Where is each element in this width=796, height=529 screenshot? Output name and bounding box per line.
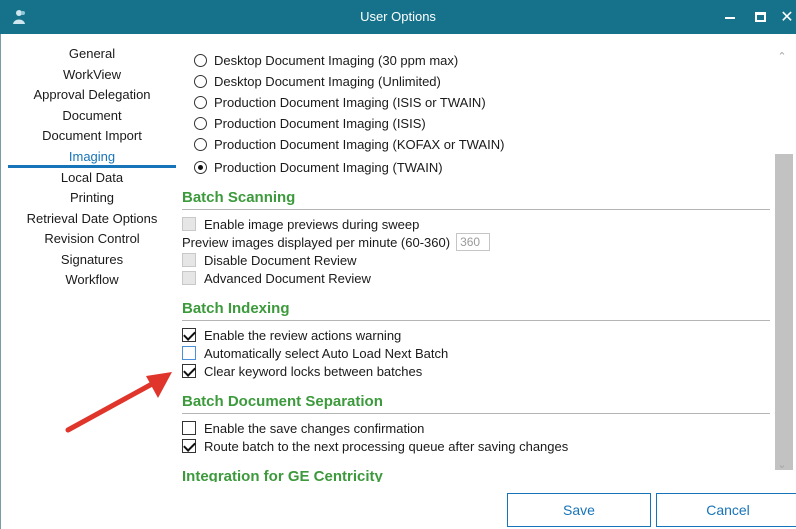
sidebar-item-approval-delegation[interactable]: Approval Delegation: [8, 85, 176, 106]
radio-label: Production Document Imaging (TWAIN): [214, 159, 443, 175]
window-title: User Options: [360, 9, 436, 24]
section-divider: [182, 209, 770, 210]
checkbox-label: Enable the save changes confirmation: [204, 420, 425, 436]
checkbox[interactable]: [182, 421, 196, 435]
maximize-icon: [754, 12, 766, 22]
close-icon: ✕: [780, 9, 794, 26]
title-bar: User Options ✕: [0, 0, 796, 34]
content-scrollbar[interactable]: ⌃ ⌄: [771, 44, 793, 482]
section-heading-integration-ge-centricity: Integration for GE Centricity: [182, 468, 383, 482]
checkbox[interactable]: [182, 364, 196, 378]
radio-production-twain[interactable]: Production Document Imaging (TWAIN): [182, 157, 443, 177]
checkbox[interactable]: [182, 346, 196, 360]
window-border: [0, 34, 1, 529]
checkbox-label: Disable Document Review: [204, 252, 357, 268]
sidebar-item-general[interactable]: General: [8, 44, 176, 65]
radio-label: Desktop Document Imaging (Unlimited): [214, 73, 441, 89]
sidebar-item-document-import[interactable]: Document Import: [8, 126, 176, 147]
checkbox[interactable]: [182, 253, 196, 267]
sidebar-item-printing[interactable]: Printing: [8, 188, 176, 209]
radio-button[interactable]: [194, 116, 207, 130]
checkbox-label: Clear keyword locks between batches: [204, 363, 423, 379]
radio-desktop-unlimited[interactable]: Desktop Document Imaging (Unlimited): [182, 71, 441, 91]
sidebar-item-revision-control[interactable]: Revision Control: [8, 229, 176, 250]
checkbox-label: Advanced Document Review: [204, 270, 371, 286]
sidebar-item-signatures[interactable]: Signatures: [8, 250, 176, 271]
radio-label: Production Document Imaging (ISIS): [214, 115, 426, 131]
imaging-options-panel: Desktop Document Imaging (30 ppm max) De…: [182, 44, 770, 482]
radio-button[interactable]: [194, 160, 207, 174]
checkbox-save-changes-confirmation[interactable]: Enable the save changes confirmation: [182, 419, 424, 437]
checkbox-route-batch-next-queue[interactable]: Route batch to the next processing queue…: [182, 437, 568, 455]
section-heading-batch-indexing: Batch Indexing: [182, 300, 290, 317]
checkbox-clear-keyword-locks[interactable]: Clear keyword locks between batches: [182, 362, 422, 380]
section-heading-batch-document-separation: Batch Document Separation: [182, 393, 383, 410]
preview-rate-row: Preview images displayed per minute (60-…: [182, 233, 491, 251]
checkbox-advanced-document-review[interactable]: Advanced Document Review: [182, 269, 371, 287]
preview-rate-label: Preview images displayed per minute (60-…: [182, 234, 451, 250]
options-sidebar: General WorkView Approval Delegation Doc…: [8, 44, 176, 291]
section-divider: [182, 320, 770, 321]
preview-rate-input[interactable]: 360: [456, 233, 491, 251]
radio-label: Production Document Imaging (KOFAX or TW…: [214, 136, 505, 152]
radio-production-isis[interactable]: Production Document Imaging (ISIS): [182, 113, 426, 133]
radio-label: Desktop Document Imaging (30 ppm max): [214, 52, 459, 68]
checkbox-label: Enable image previews during sweep: [204, 216, 420, 232]
checkbox[interactable]: [182, 439, 196, 453]
cancel-button[interactable]: Cancel: [656, 493, 796, 527]
checkbox-disable-document-review[interactable]: Disable Document Review: [182, 251, 356, 269]
radio-button[interactable]: [194, 53, 207, 67]
radio-button[interactable]: [194, 74, 207, 88]
radio-desktop-30ppm[interactable]: Desktop Document Imaging (30 ppm max): [182, 50, 458, 70]
sidebar-item-workview[interactable]: WorkView: [8, 65, 176, 86]
radio-label: Production Document Imaging (ISIS or TWA…: [214, 94, 486, 110]
sidebar-item-document[interactable]: Document: [8, 106, 176, 127]
checkbox-auto-load-next-batch[interactable]: Automatically select Auto Load Next Batc…: [182, 344, 448, 362]
sidebar-item-workflow[interactable]: Workflow: [8, 270, 176, 291]
radio-button[interactable]: [194, 137, 207, 151]
minimize-icon: [725, 17, 735, 19]
sidebar-item-imaging[interactable]: Imaging: [8, 147, 176, 168]
checkbox[interactable]: [182, 271, 196, 285]
minimize-button[interactable]: [718, 5, 742, 29]
radio-button[interactable]: [194, 95, 207, 109]
checkbox[interactable]: [182, 217, 196, 231]
radio-production-isis-twain[interactable]: Production Document Imaging (ISIS or TWA…: [182, 92, 486, 112]
checkbox-enable-image-previews[interactable]: Enable image previews during sweep: [182, 215, 419, 233]
annotation-arrow-icon: [65, 372, 172, 433]
section-divider: [182, 413, 770, 414]
checkbox-label: Automatically select Auto Load Next Batc…: [204, 345, 449, 361]
checkbox-review-actions-warning[interactable]: Enable the review actions warning: [182, 326, 401, 344]
checkbox-label: Route batch to the next processing queue…: [204, 438, 569, 454]
scroll-up-icon[interactable]: ⌃: [771, 50, 793, 68]
checkbox[interactable]: [182, 328, 196, 342]
scrollbar-thumb[interactable]: [775, 154, 793, 470]
maximize-button[interactable]: [748, 5, 772, 29]
sidebar-item-retrieval-date-options[interactable]: Retrieval Date Options: [8, 209, 176, 230]
section-heading-batch-scanning: Batch Scanning: [182, 189, 296, 206]
close-button[interactable]: ✕: [775, 5, 796, 29]
radio-production-kofax-twain[interactable]: Production Document Imaging (KOFAX or TW…: [182, 134, 504, 154]
scroll-down-icon[interactable]: ⌄: [771, 458, 793, 476]
sidebar-item-local-data[interactable]: Local Data: [8, 168, 176, 189]
save-button[interactable]: Save: [507, 493, 651, 527]
checkbox-label: Enable the review actions warning: [204, 327, 402, 343]
